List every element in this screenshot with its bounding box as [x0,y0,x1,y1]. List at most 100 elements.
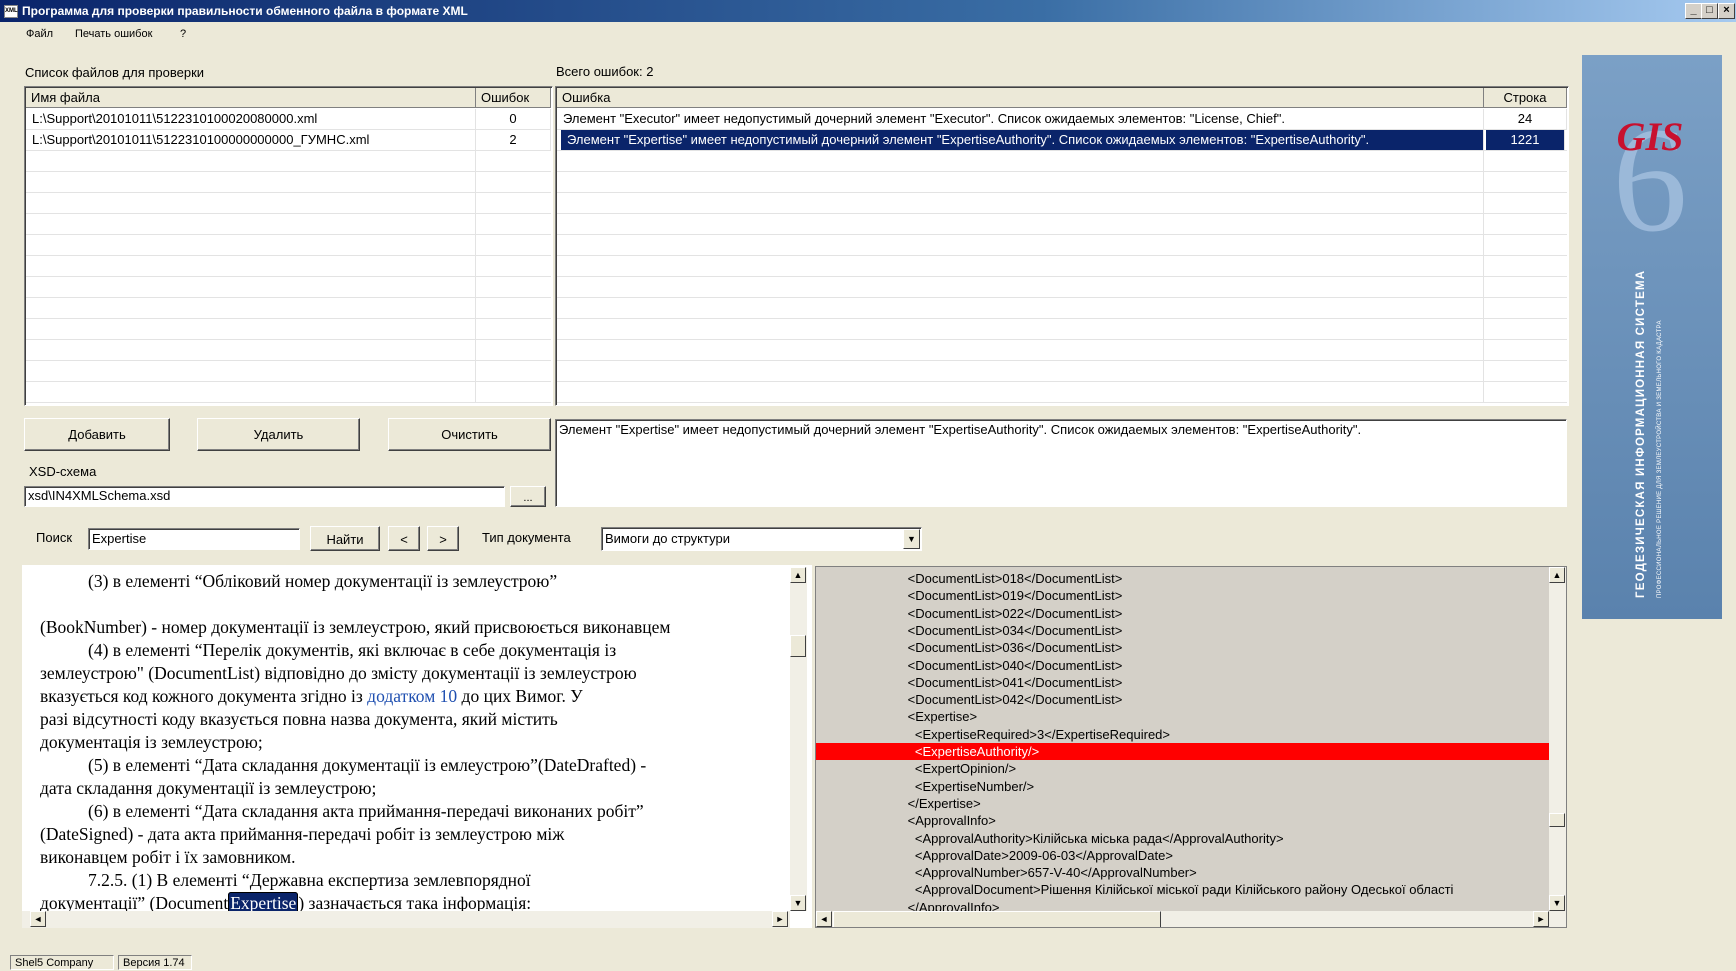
app-icon: XML [4,5,18,18]
file-name: L:\Support\20101011\5122310100020080000.… [26,109,476,129]
scroll-right-icon[interactable]: ► [1533,911,1549,927]
xml-vertical-scrollbar[interactable]: ▲ ▼ [1549,567,1566,911]
scroll-left-icon[interactable]: ◄ [816,911,832,927]
doctype-select[interactable]: Вимоги до структури ▼ [601,527,922,551]
error-message: Элемент "Expertise" имеет недопустимый д… [561,130,1484,150]
empty-row [26,382,551,403]
empty-row [26,193,551,214]
doc-vertical-scrollbar[interactable]: ▲ ▼ [790,567,807,911]
empty-row [557,214,1567,235]
empty-row [26,151,551,172]
errors-list[interactable]: Ошибка Строка Элемент "Executor" имеет н… [555,86,1569,406]
doctype-label: Тип документа [482,530,571,545]
empty-row [26,172,551,193]
scroll-left-icon[interactable]: ◄ [30,911,46,927]
error-detail-box[interactable]: Элемент "Expertise" имеет недопустимый д… [555,419,1567,507]
doc-line: землеустрою" (DocumentList) відповідно д… [40,663,637,683]
gis-logo-banner: 6 GIS ГЕОДЕЗИЧЕСКАЯ ИНФОРМАЦИОННАЯ СИСТЕ… [1582,55,1722,619]
error-line: 24 [1484,109,1567,129]
scroll-up-icon[interactable]: ▲ [1549,567,1565,583]
file-row[interactable]: L:\Support\20101011\5122310100020080000.… [26,109,551,130]
doctype-value: Вимоги до структури [605,531,730,546]
file-row[interactable]: L:\Support\20101011\5122310100000000000_… [26,130,551,151]
empty-row [557,361,1567,382]
doc-text: вказується код кожного документа згідно … [40,686,368,706]
scroll-up-icon[interactable]: ▲ [790,567,806,583]
column-header-error[interactable]: Ошибка [557,88,1484,108]
scroll-down-icon[interactable]: ▼ [790,895,806,911]
xml-line: <DocumentList>018</DocumentList> [886,571,1123,586]
column-header-filename[interactable]: Имя файла [26,88,476,108]
dropdown-arrow-icon[interactable]: ▼ [903,529,920,549]
doc-line: (DateSigned) - дата акта приймання-перед… [40,824,565,844]
logo-brand: GIS [1617,114,1684,159]
doc-horizontal-scrollbar[interactable]: ◄ ► [22,911,790,928]
scroll-thumb[interactable] [1549,813,1565,827]
xsd-label: XSD-схема [29,464,97,479]
add-button[interactable]: Добавить [24,418,170,451]
window-title: Программа для проверки правильности обме… [22,4,468,18]
doc-line: 7.2.5. (1) В елементі “Державна експерти… [88,870,531,890]
xml-line: <ExpertiseNumber/> [886,778,1035,794]
clear-button[interactable]: Очистить [388,418,551,451]
file-name: L:\Support\20101011\5122310100000000000_… [26,130,476,150]
previous-match-button[interactable]: < [388,526,420,551]
empty-row [26,298,551,319]
empty-row [26,214,551,235]
next-match-button[interactable]: > [427,526,459,551]
search-label: Поиск [36,530,73,545]
doc-text: до цих Вимог. У [457,686,583,706]
minimize-button[interactable]: _ [1685,3,1702,19]
empty-row [557,151,1567,172]
doc-line: дата складання документації із землеустр… [40,778,377,798]
files-list[interactable]: Имя файла Ошибок L:\Support\20101011\512… [24,86,553,406]
empty-row [557,193,1567,214]
xml-line: <Expertise> [886,709,978,725]
xml-line: <DocumentList>034</DocumentList> [886,622,1123,638]
xml-horizontal-scrollbar[interactable]: ◄ ► [816,911,1566,927]
error-row-selected[interactable]: Элемент "Expertise" имеет недопустимый д… [557,130,1567,151]
empty-row [26,340,551,361]
menu-file[interactable]: Файл [26,28,53,40]
appendix-link[interactable]: додатком 10 [367,686,457,706]
empty-row [557,235,1567,256]
menu-help[interactable]: ? [180,28,186,40]
find-button[interactable]: Найти [310,526,380,551]
doc-text: документації” (Document [40,893,229,913]
xml-error-line: <ExpertiseAuthority/> [816,743,1551,760]
doc-line: (5) в елементі “Дата складання документа… [88,755,647,775]
empty-row [557,382,1567,403]
document-viewer[interactable]: (3) в елементі “Обліковий номер документ… [22,565,812,928]
column-header-errors[interactable]: Ошибок [476,88,551,108]
doc-text: ) зазначається така інформація: [298,893,532,913]
status-bar: Shel5 Company Версия 1.74 [0,954,1736,971]
doc-line: вказується код кожного документа згідно … [40,686,810,707]
xml-line: <ApprovalNumber>657-V-40</ApprovalNumber… [886,865,1197,881]
xml-line: <DocumentList>042</DocumentList> [886,692,1123,708]
error-message: Элемент "Executor" имеет недопустимый до… [557,109,1484,129]
logo-title: ГЕОДЕЗИЧЕСКАЯ ИНФОРМАЦИОННАЯ СИСТЕМА [1635,270,1647,598]
xml-line: <DocumentList>040</DocumentList> [886,657,1123,673]
error-row[interactable]: Элемент "Executor" имеет недопустимый до… [557,109,1567,130]
doc-line: разі відсутності коду вказується повна н… [40,709,558,729]
title-bar: XML Программа для проверки правильности … [0,0,1736,22]
scroll-thumb[interactable] [790,635,806,657]
total-errors-label: Всего ошибок: 2 [556,64,654,79]
column-header-line[interactable]: Строка [1484,88,1567,108]
xml-line: <ApprovalDate>2009-06-03</ApprovalDate> [886,847,1173,863]
scroll-down-icon[interactable]: ▼ [1549,895,1565,911]
delete-button[interactable]: Удалить [197,418,360,451]
xsd-path-field[interactable]: xsd\IN4XMLSchema.xsd [24,486,505,507]
xml-line: <DocumentList>022</DocumentList> [886,605,1123,621]
xsd-browse-button[interactable]: ... [510,486,546,507]
scroll-right-icon[interactable]: ► [772,911,788,927]
menu-print-errors[interactable]: Печать ошибок [75,28,152,40]
doc-line: документація із землеустрою; [40,732,263,752]
search-input[interactable]: Expertise [88,528,300,550]
close-button[interactable]: × [1718,3,1735,19]
xml-viewer[interactable]: <DocumentList>018</DocumentList> <Docume… [815,566,1567,928]
scroll-thumb[interactable] [833,911,1161,927]
xml-line: <ApprovalAuthority>Кілійська міська рада… [886,830,1284,846]
maximize-button[interactable]: □ [1701,3,1718,19]
doc-line: (BookNumber) - номер документації із зем… [40,617,671,637]
